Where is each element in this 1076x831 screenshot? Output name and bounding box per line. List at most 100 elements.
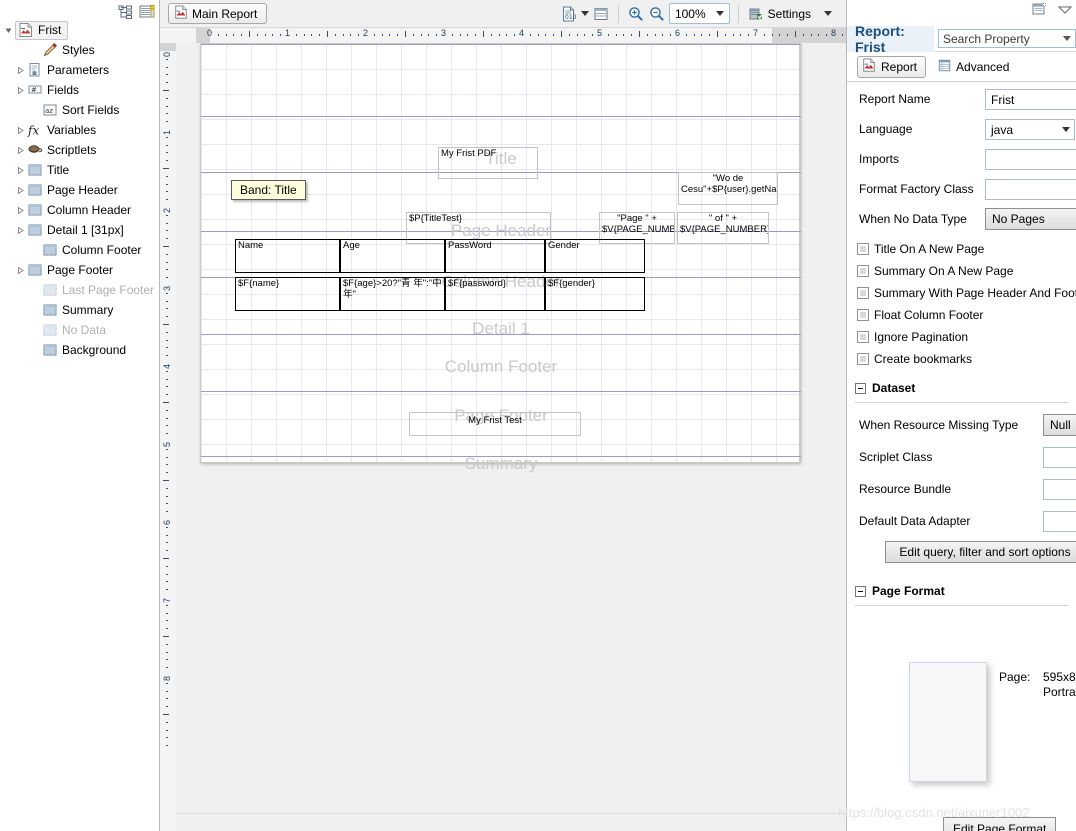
language-combo[interactable]: java xyxy=(985,119,1075,140)
checkbox-row-create-bookmarks[interactable]: Create bookmarks xyxy=(847,348,1076,370)
edit-query-button[interactable]: Edit query, filter and sort options xyxy=(885,541,1076,563)
ruler-tick xyxy=(662,34,664,36)
ruler-tick xyxy=(342,34,344,36)
checkbox-float-column-footer[interactable] xyxy=(857,309,869,321)
tree-item-column-footer[interactable]: Column Footer xyxy=(0,240,160,260)
tree-item-variables[interactable]: fx Variables xyxy=(0,120,160,140)
zoom-level-combo[interactable]: 100% xyxy=(668,3,730,24)
ruler-tick-label: 3 xyxy=(162,285,172,291)
section-page-format[interactable]: Page Format xyxy=(847,579,1076,603)
zoom-in-icon[interactable] xyxy=(627,5,645,23)
tree-item-sort-fields[interactable]: az Sort Fields xyxy=(0,100,160,120)
canvas-horizontal-scrollbar[interactable] xyxy=(176,813,846,831)
chevron-right-icon[interactable] xyxy=(14,144,27,157)
outline-tree[interactable]: Frist Styles Parameters # Fields az Sort Field… xyxy=(0,20,160,360)
band-icon xyxy=(27,262,44,278)
collapse-dataset-icon[interactable] xyxy=(855,382,866,394)
ruler-tick xyxy=(166,105,168,107)
table-header-gender[interactable]: Gender xyxy=(545,239,645,273)
prop-label-language: Language xyxy=(859,122,913,136)
chevron-right-icon[interactable] xyxy=(14,204,27,217)
when-resource-missing-type-button[interactable]: Null xyxy=(1043,414,1076,436)
section-dataset[interactable]: Dataset xyxy=(847,376,1076,400)
checkbox-row-float-column-footer[interactable]: Float Column Footer xyxy=(847,304,1076,326)
table-detail-name[interactable]: $F{name} xyxy=(235,277,340,311)
chevron-down-icon[interactable] xyxy=(2,24,15,37)
tree-item-fields[interactable]: # Fields xyxy=(0,80,160,100)
checkbox-row-ignore-pagination[interactable]: Ignore Pagination xyxy=(847,326,1076,348)
checkbox-row-summary-with-header-footer[interactable]: Summary With Page Header And Footer xyxy=(847,282,1076,304)
tree-item-no-data[interactable]: No Data xyxy=(0,320,160,340)
tree-item-title[interactable]: Title xyxy=(0,160,160,180)
chevron-down-icon[interactable] xyxy=(580,11,589,16)
tree-item-column-header[interactable]: Column Header xyxy=(0,200,160,220)
tree-item-parameters[interactable]: Parameters xyxy=(0,60,160,80)
chevron-down-icon[interactable] xyxy=(715,11,724,16)
chevron-right-icon[interactable] xyxy=(14,84,27,97)
page-preview-thumbnail[interactable] xyxy=(909,662,987,782)
report-page-sheet[interactable]: Title Page Header Column Header Detail 1… xyxy=(200,43,801,473)
collapse-tree-icon[interactable] xyxy=(117,4,133,20)
new-property-icon[interactable] xyxy=(1032,2,1049,20)
checkbox-ignore-pagination[interactable] xyxy=(857,331,869,343)
tab-main-report[interactable]: Main Report xyxy=(168,3,268,24)
default-data-adapter-input[interactable] xyxy=(1043,511,1076,532)
view-menu-icon[interactable] xyxy=(1057,4,1073,18)
chevron-right-icon[interactable] xyxy=(14,184,27,197)
when-no-data-type-button[interactable]: No Pages xyxy=(985,208,1076,230)
tree-item-page-footer[interactable]: Page Footer xyxy=(0,260,160,280)
tree-item-last-page-footer[interactable]: Last Page Footer xyxy=(0,280,160,300)
table-detail-password[interactable]: $F{password} xyxy=(445,277,545,311)
chevron-right-icon[interactable] xyxy=(14,264,27,277)
report-name-input[interactable]: Frist xyxy=(985,89,1076,110)
chevron-right-icon[interactable] xyxy=(14,124,27,137)
chevron-right-icon[interactable] xyxy=(14,64,27,77)
design-canvas[interactable]: Title Page Header Column Header Detail 1… xyxy=(176,43,846,813)
chevron-down-icon[interactable] xyxy=(1063,36,1071,41)
table-detail-gender[interactable]: $F{gender} xyxy=(545,277,645,311)
properties-tabs[interactable]: Report Advanced xyxy=(847,52,1076,82)
search-property-input[interactable]: Search Property xyxy=(938,29,1076,48)
tree-item-summary[interactable]: Summary xyxy=(0,300,160,320)
table-header-name[interactable]: Name xyxy=(235,239,340,273)
chevron-down-icon[interactable] xyxy=(1062,127,1070,132)
imports-input[interactable] xyxy=(985,149,1076,170)
settings-icon[interactable] xyxy=(747,5,765,23)
checkbox-row-summary-on-new-page[interactable]: Summary On A New Page xyxy=(847,260,1076,282)
element-title-text[interactable]: My Frist PDF xyxy=(438,147,538,179)
tree-item-scriptlets[interactable]: Scriptlets xyxy=(0,140,160,160)
resource-bundle-input[interactable] xyxy=(1043,479,1076,500)
checkbox-summary-with-header-footer[interactable] xyxy=(857,287,869,299)
tree-item-detail-1-31px[interactable]: Detail 1 [31px] xyxy=(0,220,160,240)
list-grid-icon[interactable] xyxy=(592,5,610,23)
table-header-age[interactable]: Age xyxy=(340,239,445,273)
collapse-page-format-icon[interactable] xyxy=(855,585,866,597)
checkbox-create-bookmarks[interactable] xyxy=(857,353,869,365)
tree-item-frist[interactable]: Frist xyxy=(0,20,160,40)
report-outline-icon[interactable] xyxy=(139,4,155,20)
scriplet-class-input[interactable] xyxy=(1043,447,1076,468)
checkbox-title-on-new-page[interactable] xyxy=(857,243,869,255)
ruler-tick xyxy=(166,136,168,138)
zoom-out-icon[interactable] xyxy=(648,5,666,23)
tree-item-styles[interactable]: Styles xyxy=(0,40,160,60)
element-user-expression[interactable]: "Wo de Cesu"+$P{user}.getName() xyxy=(678,172,778,205)
chevron-right-icon[interactable] xyxy=(14,164,27,177)
table-detail-age[interactable]: $F{age}>20?"青 年":"中年" xyxy=(340,277,445,311)
properties-body: Report Name Frist Language java Imports … xyxy=(847,84,1076,831)
checkbox-row-title-on-new-page[interactable]: Title On A New Page xyxy=(847,238,1076,260)
element-of-expression[interactable]: " of " + $V{PAGE_NUMBER} xyxy=(677,212,769,244)
chevron-right-icon[interactable] xyxy=(14,224,27,237)
checkbox-summary-on-new-page[interactable] xyxy=(857,265,869,277)
table-header-password[interactable]: PassWord xyxy=(445,239,545,273)
dataset-010-icon[interactable]: 010 xyxy=(560,5,578,23)
tree-item-background[interactable]: Background xyxy=(0,340,160,360)
element-footer-text[interactable]: My Frist Test xyxy=(409,412,581,436)
ruler-tick xyxy=(568,34,570,36)
tab-advanced[interactable]: Advanced xyxy=(934,56,1017,78)
format-factory-class-input[interactable] xyxy=(985,179,1076,200)
chevron-down-icon[interactable] xyxy=(824,11,832,16)
tab-report[interactable]: Report xyxy=(857,55,927,78)
tree-item-page-header[interactable]: Page Header xyxy=(0,180,160,200)
ruler-tick xyxy=(166,651,168,653)
